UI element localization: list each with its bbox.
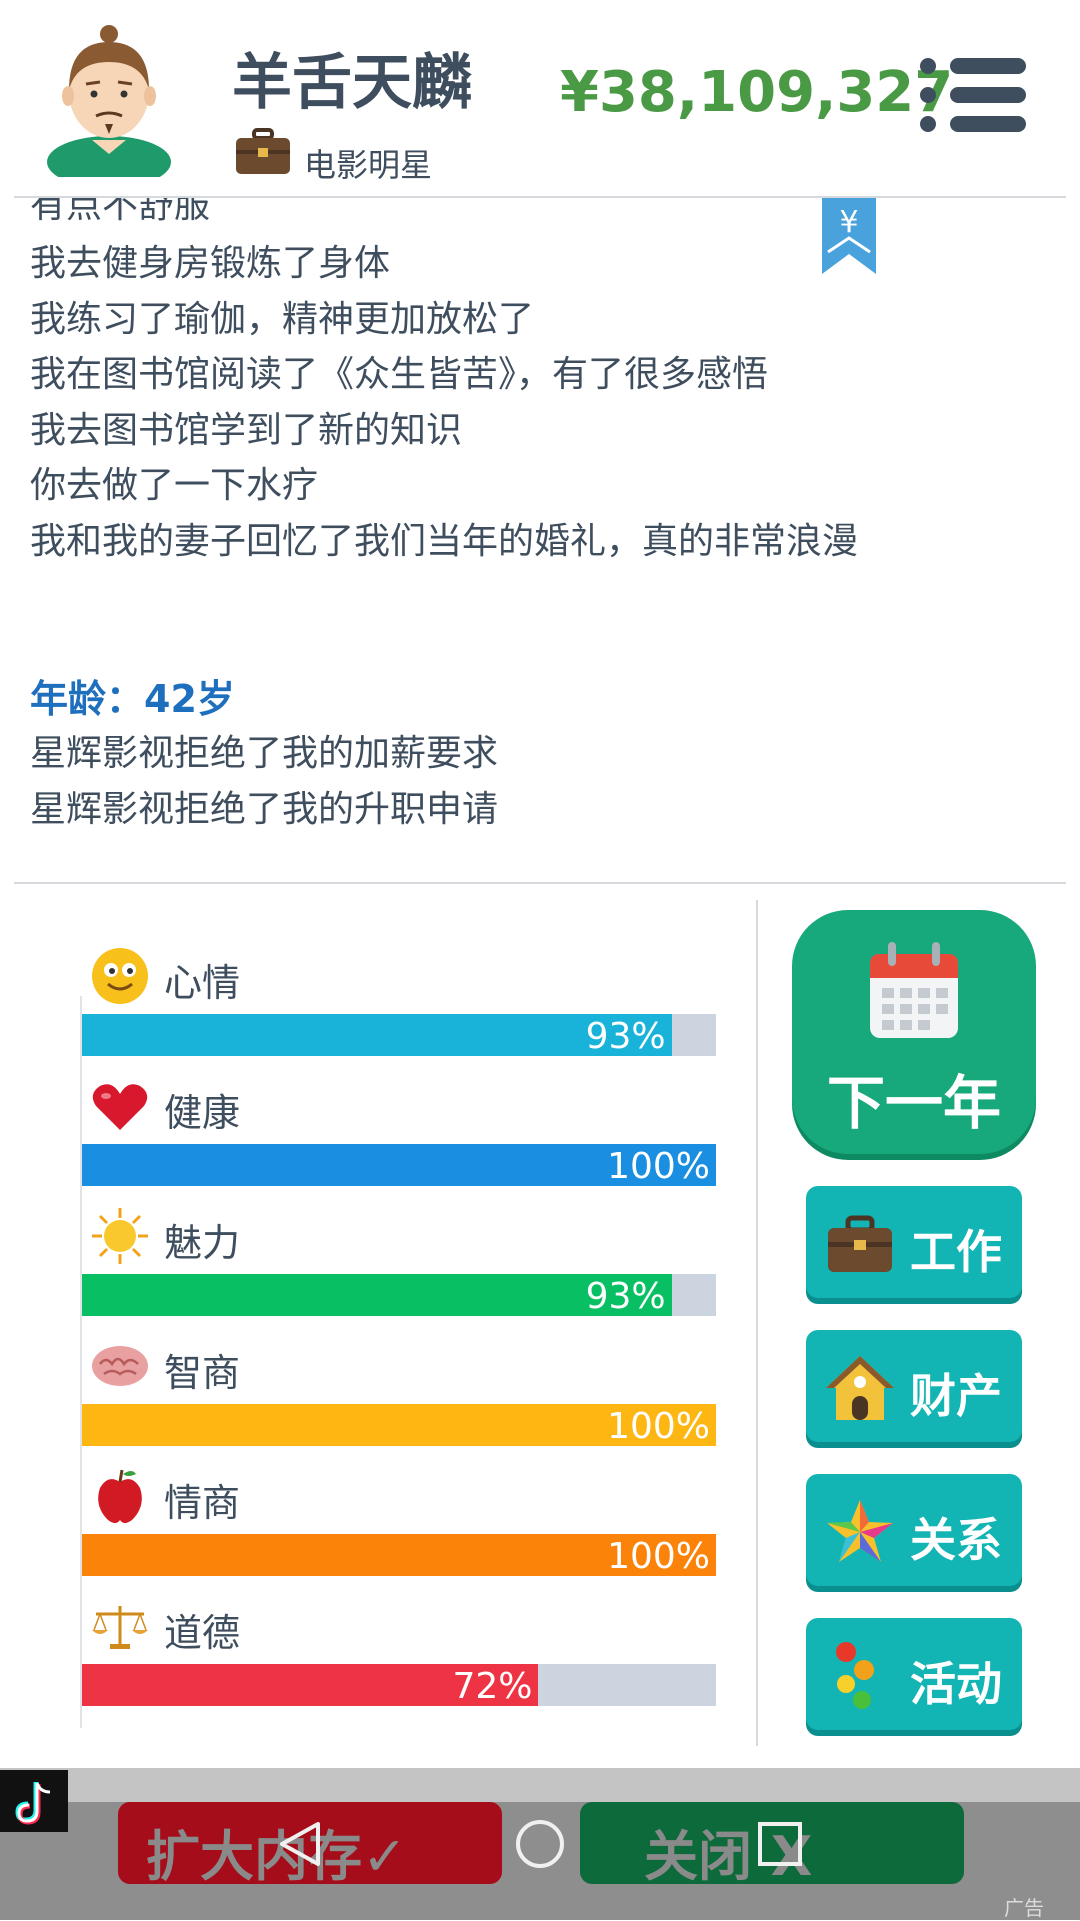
star-icon: [827, 1500, 893, 1562]
yuan-bookmark-icon[interactable]: ¥: [820, 198, 878, 276]
apple-icon: [98, 1469, 142, 1523]
stat-label: 健康: [164, 1091, 241, 1135]
stat-bar-fill: 100%: [82, 1144, 716, 1187]
work-label: 工作: [910, 1225, 1002, 1279]
stat-percent: 93%: [585, 1016, 666, 1057]
stat-bar: 100%: [82, 1144, 716, 1187]
log-line: 我和我的妻子回忆了我们当年的婚礼，真的非常浪漫: [30, 521, 859, 562]
stat-percent: 100%: [607, 1536, 710, 1577]
stat-morality: 道德 72%: [82, 1596, 718, 1726]
sun-icon: [92, 1208, 148, 1264]
property-label: 财产: [910, 1369, 1002, 1423]
nav-recents-icon[interactable]: [754, 1818, 806, 1870]
log-line: 我去图书馆学到了新的知识: [30, 410, 463, 451]
stat-label: 道德: [164, 1611, 241, 1655]
stat-bar-fill: 100%: [82, 1404, 716, 1447]
stat-iq: 智商 100%: [82, 1336, 718, 1466]
money-balance: ¥38,109,327: [560, 60, 954, 125]
briefcase-icon: [236, 128, 290, 174]
next-year-label: 下一年: [826, 1069, 1001, 1137]
activities-button[interactable]: 活动: [806, 1618, 1022, 1730]
tiktok-icon[interactable]: [0, 1770, 68, 1832]
stat-label: 智商: [164, 1351, 241, 1395]
stat-bar-fill: 72%: [82, 1664, 539, 1707]
heart-icon: [92, 1084, 148, 1130]
activity-dots-icon: [836, 1642, 874, 1709]
ad-banner-top-strip: [0, 1768, 1080, 1802]
stat-percent: 100%: [607, 1406, 710, 1447]
stat-bar: 100%: [82, 1404, 716, 1447]
smiley-icon: [92, 948, 148, 1004]
relations-button[interactable]: 关系: [806, 1474, 1022, 1586]
relations-label: 关系: [910, 1513, 1002, 1567]
ad-tag: 广告: [1004, 1896, 1044, 1920]
stat-health: 健康 100%: [82, 1076, 718, 1206]
log-line: 星辉影视拒绝了我的加薪要求: [30, 733, 499, 774]
stat-bar-fill: 93%: [82, 1274, 672, 1317]
stat-bar-fill: 100%: [82, 1534, 716, 1577]
nav-back-icon[interactable]: [274, 1818, 326, 1870]
age-heading: 年龄：42岁: [30, 677, 235, 721]
stat-label: 魅力: [164, 1221, 241, 1265]
brain-icon: [92, 1346, 148, 1386]
briefcase-icon: [828, 1215, 892, 1272]
stat-mood: 心情 93%: [82, 946, 718, 1076]
life-event-log[interactable]: 有点不舒服 我去健身房锻炼了身体 我练习了瑜伽，精神更加放松了 我在图书馆阅读了…: [0, 198, 1080, 882]
nav-home-icon[interactable]: [514, 1818, 566, 1870]
stat-label: 情商: [164, 1481, 241, 1525]
log-line: 我在图书馆阅读了《众生皆苦》，有了很多感悟: [30, 354, 769, 395]
stat-charm: 魅力 93%: [82, 1206, 718, 1336]
stat-percent: 72%: [452, 1666, 533, 1707]
work-button[interactable]: 工作: [806, 1186, 1022, 1298]
avatar[interactable]: [44, 12, 174, 177]
stat-eq: 情商 100%: [82, 1466, 718, 1596]
log-line: 你去做了一下水疗: [30, 465, 319, 506]
menu-icon[interactable]: [920, 56, 1026, 134]
log-divider: [14, 882, 1066, 884]
property-button[interactable]: 财产: [806, 1330, 1022, 1442]
scales-icon: [92, 1606, 148, 1649]
stat-bar: 100%: [82, 1534, 716, 1577]
character-name: 羊舌天麟: [232, 48, 472, 118]
calendar-icon: [870, 942, 958, 1038]
next-year-button[interactable]: 下一年: [792, 910, 1036, 1154]
log-line: 我练习了瑜伽，精神更加放松了: [30, 299, 535, 340]
profile-header: 羊舌天麟 电影明星 ¥38,109,327: [0, 0, 1080, 196]
panel-divider: [756, 900, 758, 1746]
stat-label: 心情: [164, 961, 241, 1005]
stat-bar-fill: 93%: [82, 1014, 672, 1057]
log-line: 我去健身房锻炼了身体: [30, 243, 391, 284]
stat-bar: 93%: [82, 1274, 716, 1317]
stat-percent: 93%: [585, 1276, 666, 1317]
stat-bar: 72%: [82, 1664, 716, 1707]
stats-panel: 心情 93% 健康 100% 魅力 93% 智商 100% 情商 100% 道德…: [0, 886, 760, 1746]
activities-label: 活动: [910, 1657, 1002, 1711]
job-title: 电影明星: [304, 146, 433, 184]
log-line: 星辉影视拒绝了我的升职申请: [30, 789, 499, 830]
stat-bar: 93%: [82, 1014, 716, 1057]
svg-text:¥: ¥: [839, 205, 858, 240]
house-icon: [826, 1356, 894, 1420]
log-line-partial: 有点不舒服: [30, 198, 211, 226]
stat-percent: 100%: [607, 1146, 710, 1187]
